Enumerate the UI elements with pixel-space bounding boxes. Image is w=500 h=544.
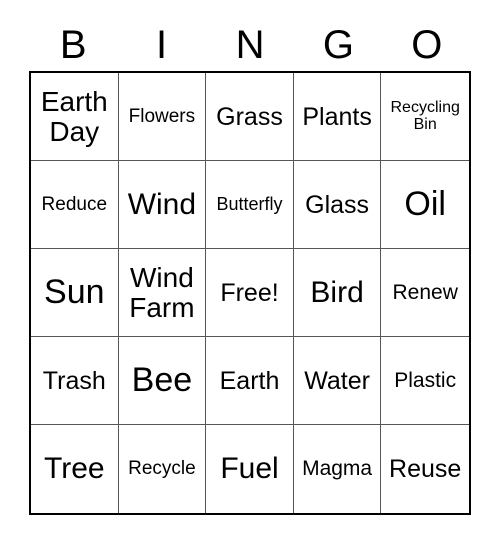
bingo-cell-label: Magma — [302, 457, 373, 481]
bingo-cell[interactable]: Wind Farm — [118, 249, 207, 337]
bingo-header-row: B I N G O — [29, 18, 471, 71]
bingo-cell-label: Recycling Bin — [390, 98, 460, 133]
bingo-cell-label: Reuse — [389, 455, 462, 483]
bingo-cell[interactable]: Renew — [381, 249, 469, 337]
bingo-cell-label: Glass — [305, 190, 370, 219]
bingo-cell[interactable]: Reduce — [31, 161, 119, 249]
bingo-cell-label: Earth — [219, 366, 280, 395]
bingo-cell[interactable]: Reuse — [381, 425, 469, 513]
bingo-cell[interactable]: Sun — [31, 249, 119, 337]
header-letter-n: N — [235, 22, 265, 67]
bingo-cell[interactable]: Oil — [381, 161, 469, 249]
bingo-cell-label: Tree — [44, 452, 105, 486]
bingo-cell-label: Sun — [44, 272, 105, 311]
bingo-cell[interactable]: Recycle — [118, 425, 207, 513]
bingo-cell-label: Grass — [216, 102, 283, 131]
bingo-cell[interactable]: Butterfly — [206, 161, 294, 249]
bingo-cell[interactable]: Earth Day — [31, 73, 119, 161]
bingo-cell[interactable]: Fuel — [206, 425, 294, 513]
bingo-cell-label: Trash — [42, 366, 106, 395]
bingo-cell[interactable]: Glass — [293, 161, 382, 249]
bingo-cell[interactable]: Wind — [118, 161, 207, 249]
bingo-cell[interactable]: Trash — [31, 337, 119, 425]
bingo-cell[interactable]: Bird — [293, 249, 382, 337]
header-letter-b: B — [59, 22, 87, 67]
bingo-cell-label: Free! — [220, 278, 279, 307]
bingo-grid: Earth Day Flowers Grass Plants Recycling Bin… — [29, 71, 471, 515]
bingo-cell[interactable]: Recycling Bin — [381, 73, 469, 161]
bingo-card: B I N G O Earth Day Flowers Grass Plants Rec… — [0, 0, 500, 544]
header-letter-i: I — [156, 22, 168, 67]
bingo-cell[interactable]: Earth — [206, 337, 294, 425]
bingo-cell[interactable]: Bee — [118, 337, 207, 425]
bingo-cell-label: Plants — [302, 102, 372, 131]
bingo-cell-label: Water — [304, 366, 370, 395]
bingo-cell[interactable]: Magma — [293, 425, 382, 513]
bingo-cell-label: Plastic — [394, 368, 457, 392]
bingo-cell-label: Earth Day — [40, 86, 108, 147]
bingo-cell-label: Bee — [131, 360, 193, 399]
bingo-cell[interactable]: Grass — [206, 73, 294, 161]
bingo-cell-label: Renew — [392, 280, 458, 304]
bingo-cell-label: Wind — [127, 187, 197, 221]
bingo-cell-label: Wind Farm — [129, 262, 195, 323]
bingo-cell-label: Oil — [404, 184, 446, 223]
bingo-cell-label: Reduce — [41, 193, 108, 215]
bingo-cell[interactable]: Flowers — [118, 73, 207, 161]
bingo-cell-label: Fuel — [220, 452, 279, 486]
bingo-cell-label: Recycle — [128, 458, 196, 480]
bingo-free-space[interactable]: Free! — [206, 249, 294, 337]
bingo-cell[interactable]: Plastic — [381, 337, 469, 425]
bingo-cell[interactable]: Plants — [293, 73, 382, 161]
bingo-cell-label: Butterfly — [216, 194, 283, 215]
bingo-cell[interactable]: Tree — [31, 425, 119, 513]
bingo-cell-label: Bird — [310, 275, 364, 309]
header-letter-g: G — [322, 22, 354, 67]
bingo-cell[interactable]: Water — [293, 337, 382, 425]
header-letter-o: O — [411, 22, 443, 67]
bingo-cell-label: Flowers — [128, 105, 196, 127]
